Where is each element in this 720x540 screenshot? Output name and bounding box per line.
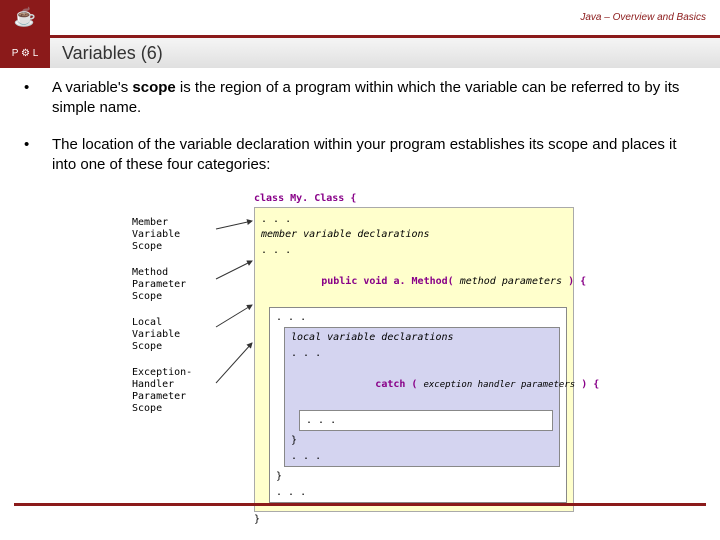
bullet-dot: • bbox=[24, 135, 52, 176]
method-scope-box: . . . local variable declarations . . . … bbox=[269, 307, 567, 504]
page-title: Variables (6) bbox=[50, 43, 163, 64]
label-method: Method Parameter Scope bbox=[132, 267, 214, 303]
header: ☕ Java – Overview and Basics bbox=[0, 0, 720, 38]
arrows bbox=[214, 191, 254, 528]
label-exception: Exception-Handler Parameter Scope bbox=[132, 367, 214, 415]
bullet-1: • A variable's scope is the region of a … bbox=[24, 78, 696, 119]
member-scope-box: . . . member variable declarations . . .… bbox=[254, 207, 574, 513]
cup-icon: ☕ bbox=[14, 7, 36, 28]
scope-labels: Member Variable Scope Method Parameter S… bbox=[132, 191, 214, 528]
content: • A variable's scope is the region of a … bbox=[0, 68, 720, 528]
bullet-dot: • bbox=[24, 78, 52, 119]
code-area: class My. Class { . . . member variable … bbox=[254, 191, 574, 528]
title-row: P ⚙ L Variables (6) bbox=[0, 38, 720, 68]
logo-top: ☕ bbox=[0, 0, 50, 37]
label-local: Local Variable Scope bbox=[132, 317, 214, 353]
scope-diagram: Member Variable Scope Method Parameter S… bbox=[132, 191, 696, 528]
breadcrumb: Java – Overview and Basics bbox=[50, 12, 720, 23]
catch-scope-box: . . . bbox=[299, 410, 553, 432]
bullet-2: • The location of the variable declarati… bbox=[24, 135, 696, 176]
local-scope-box: local variable declarations . . . catch … bbox=[284, 327, 560, 467]
label-member: Member Variable Scope bbox=[132, 217, 214, 253]
footer-line bbox=[14, 503, 706, 506]
logo-bottom: P ⚙ L bbox=[0, 38, 50, 68]
code-class: class My. Class { bbox=[254, 191, 574, 207]
